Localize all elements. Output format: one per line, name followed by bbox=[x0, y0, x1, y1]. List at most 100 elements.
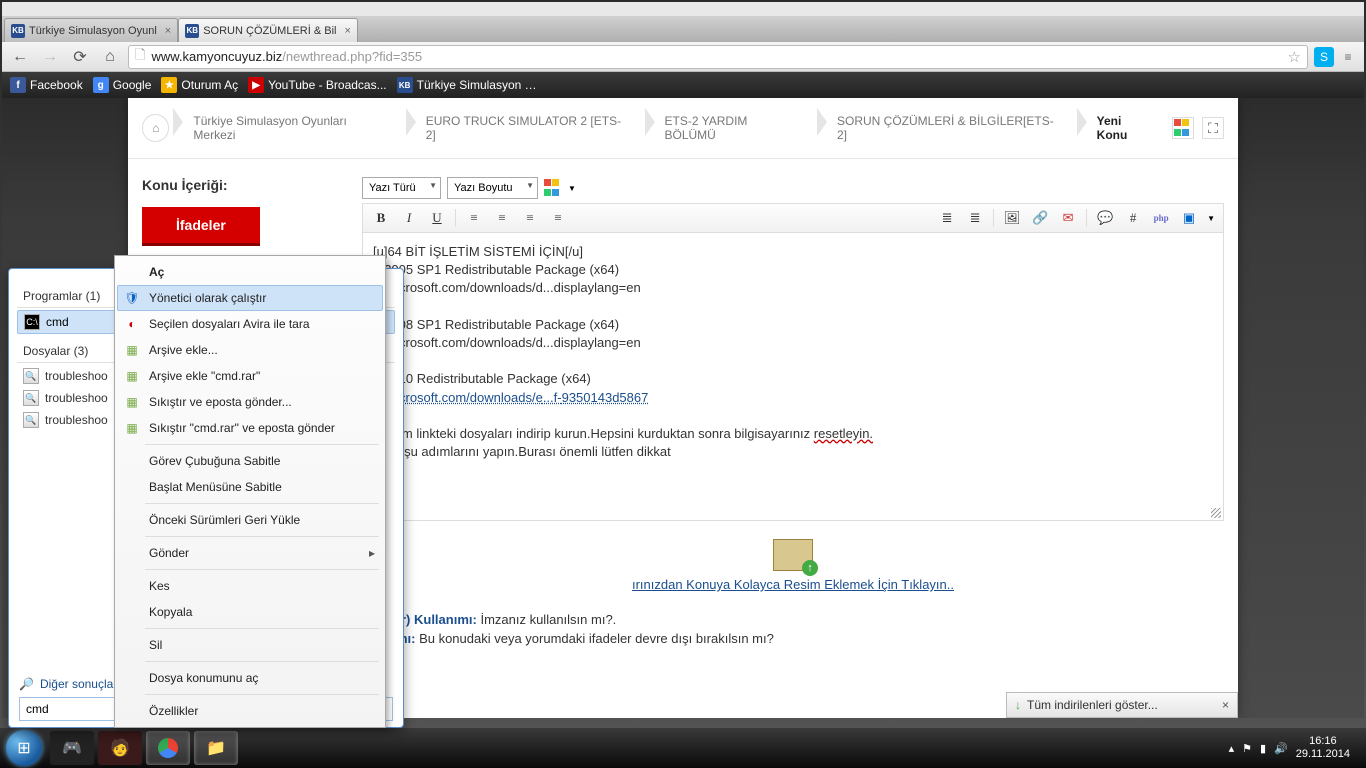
separator bbox=[1086, 209, 1087, 227]
align-justify-icon[interactable]: ≡ bbox=[548, 208, 568, 228]
tray-up-icon[interactable]: ▴ bbox=[1229, 742, 1235, 755]
dropdown-icon[interactable]: ▼ bbox=[568, 184, 576, 193]
ctx-archive-cmd[interactable]: ▦Arşive ekle "cmd.rar" bbox=[117, 363, 383, 389]
ol-list-icon[interactable]: ≣ bbox=[937, 208, 957, 228]
ctx-cut[interactable]: Kes bbox=[117, 573, 383, 599]
image-icon[interactable]: 🖼 bbox=[1002, 208, 1022, 228]
ctx-run-admin[interactable]: 🛡Yönetici olarak çalıştır bbox=[117, 285, 383, 311]
breadcrumb-seg[interactable]: SORUN ÇÖZÜMLERİ & BİLGİLER[ETS-2] bbox=[817, 108, 1073, 148]
editor-textarea[interactable]: [u]64 BİT İŞLETİM SİSTEMİ İÇİN[/u] + 200… bbox=[362, 233, 1224, 521]
home-icon[interactable]: ⌂ bbox=[142, 114, 169, 142]
home-button[interactable]: ⌂ bbox=[98, 45, 122, 69]
bookmark-kb[interactable]: KBTürkiye Simulasyon … bbox=[397, 77, 537, 93]
grid-view-icon[interactable] bbox=[1172, 117, 1194, 139]
resize-handle-icon[interactable] bbox=[1211, 508, 1221, 518]
fullscreen-icon[interactable]: ⛶ bbox=[1202, 117, 1224, 139]
see-more-results[interactable]: 🔎 Diğer sonuçları bbox=[19, 677, 121, 691]
forward-button[interactable]: → bbox=[38, 45, 62, 69]
ctx-pin-start[interactable]: Başlat Menüsüne Sabitle bbox=[117, 474, 383, 500]
align-left-icon[interactable]: ≡ bbox=[464, 208, 484, 228]
avira-icon: ◐ bbox=[123, 315, 141, 333]
breadcrumb-seg[interactable]: Türkiye Simulasyon Oyunları Merkezi bbox=[173, 108, 401, 148]
ctx-properties[interactable]: Özellikler bbox=[117, 698, 383, 724]
skype-icon[interactable]: S bbox=[1314, 47, 1334, 67]
url-field[interactable]: 🗋 www.kamyoncuyuz.biz/newthread.php?fid=… bbox=[128, 45, 1308, 69]
ctx-avira[interactable]: ◐Seçilen dosyaları Avira ile tara bbox=[117, 311, 383, 337]
editor-toolbar: B I U ≡ ≡ ≡ ≡ ≣ ≣ 🖼 🔗 bbox=[362, 203, 1224, 233]
attach-image-section: ırınızdan Konuya Kolayca Resim Eklemek İ… bbox=[362, 539, 1224, 594]
file-icon: 🔍 bbox=[23, 412, 39, 428]
ctx-pin-taskbar[interactable]: Görev Çubuğuna Sabitle bbox=[117, 448, 383, 474]
breadcrumb-seg[interactable]: EURO TRUCK SIMULATOR 2 [ETS-2] bbox=[406, 108, 641, 148]
ctx-prev-versions[interactable]: Önceki Sürümleri Geri Yükle bbox=[117, 507, 383, 533]
php-icon[interactable]: php bbox=[1151, 208, 1171, 228]
font-size-select[interactable]: Yazı Boyutu bbox=[447, 177, 538, 199]
clock[interactable]: 16:16 29.11.2014 bbox=[1296, 735, 1350, 761]
favicon: KB bbox=[11, 24, 25, 38]
close-icon[interactable]: × bbox=[165, 25, 171, 37]
ctx-delete[interactable]: Sil bbox=[117, 632, 383, 658]
editor-font-row: Yazı Türü Yazı Boyutu ▼ bbox=[362, 177, 1224, 199]
align-right-icon[interactable]: ≡ bbox=[520, 208, 540, 228]
link-icon[interactable]: 🔗 bbox=[1030, 208, 1050, 228]
dropdown-icon[interactable]: ▼ bbox=[1207, 214, 1215, 223]
ifadeler-button[interactable]: İfadeler bbox=[142, 207, 260, 243]
file-label: troubleshoo bbox=[45, 413, 108, 427]
bookmark-oturum[interactable]: ★Oturum Aç bbox=[161, 77, 238, 93]
taskbar-app[interactable]: 🧑 bbox=[98, 731, 142, 765]
italic-button[interactable]: I bbox=[399, 208, 419, 228]
clock-date: 29.11.2014 bbox=[1296, 748, 1350, 761]
ctx-zip-mail[interactable]: ▦Sıkıştır ve eposta gönder... bbox=[117, 389, 383, 415]
subject-label: Konu İçeriği: bbox=[142, 177, 342, 193]
bookmark-star-icon[interactable]: ☆ bbox=[1288, 48, 1301, 66]
align-center-icon[interactable]: ≡ bbox=[492, 208, 512, 228]
ctx-open-location[interactable]: Dosya konumunu aç bbox=[117, 665, 383, 691]
tab-2[interactable]: KB SORUN ÇÖZÜMLERİ & Bil × bbox=[178, 18, 358, 42]
breadcrumb: ⌂ Türkiye Simulasyon Oyunları Merkezi EU… bbox=[128, 98, 1238, 159]
close-icon[interactable]: × bbox=[1222, 698, 1229, 712]
breadcrumb-current: Yeni Konu bbox=[1077, 108, 1168, 148]
ctx-send-to[interactable]: Gönder bbox=[117, 540, 383, 566]
url-domain: www.kamyoncuyuz.biz bbox=[151, 49, 282, 64]
bookmark-label: Facebook bbox=[30, 78, 83, 92]
mail-icon[interactable]: ✉ bbox=[1058, 208, 1078, 228]
ctx-copy[interactable]: Kopyala bbox=[117, 599, 383, 625]
picture-icon[interactable] bbox=[773, 539, 813, 571]
attach-image-link[interactable]: ırınızdan Konuya Kolayca Resim Eklemek İ… bbox=[632, 577, 954, 592]
bookmark-youtube[interactable]: ▶YouTube - Broadcas... bbox=[248, 77, 387, 93]
file-label: troubleshoo bbox=[45, 391, 108, 405]
bookmark-label: Oturum Aç bbox=[181, 78, 238, 92]
network-icon[interactable]: ▮ bbox=[1260, 742, 1266, 755]
tab-1[interactable]: KB Türkiye Simulasyon Oyunl × bbox=[4, 18, 178, 42]
bookmark-facebook[interactable]: fFacebook bbox=[10, 77, 83, 93]
downloads-bar[interactable]: ↓ Tüm indirilenleri göster... × bbox=[1006, 692, 1238, 718]
editor-line: w.microsoft.com/downloads/d...displaylan… bbox=[373, 279, 1213, 297]
font-type-select[interactable]: Yazı Türü bbox=[362, 177, 441, 199]
bookmark-google[interactable]: gGoogle bbox=[93, 77, 152, 93]
close-icon[interactable]: × bbox=[344, 25, 350, 37]
quote-icon[interactable]: 💬 bbox=[1095, 208, 1115, 228]
bookmark-label: Google bbox=[113, 78, 152, 92]
underline-button[interactable]: U bbox=[427, 208, 447, 228]
code-icon[interactable]: # bbox=[1123, 208, 1143, 228]
ctx-zip-cmd-mail[interactable]: ▦Sıkıştır "cmd.rar" ve eposta gönder bbox=[117, 415, 383, 441]
menu-icon[interactable]: ≡ bbox=[1338, 47, 1358, 67]
ul-list-icon[interactable]: ≣ bbox=[965, 208, 985, 228]
back-button[interactable]: ← bbox=[8, 45, 32, 69]
taskbar-app[interactable]: 🎮 bbox=[50, 731, 94, 765]
start-button[interactable]: ⊞ bbox=[6, 730, 42, 766]
video-icon[interactable]: ▣ bbox=[1179, 208, 1199, 228]
reload-button[interactable]: ⟳ bbox=[68, 45, 92, 69]
ctx-archive[interactable]: ▦Arşive ekle... bbox=[117, 337, 383, 363]
url-path: /newthread.php?fid=355 bbox=[282, 49, 422, 64]
bold-button[interactable]: B bbox=[371, 208, 391, 228]
color-grid-icon[interactable] bbox=[544, 179, 562, 197]
file-icon: 🔍 bbox=[23, 368, 39, 384]
ctx-open[interactable]: Aç bbox=[117, 259, 383, 285]
taskbar-explorer[interactable]: 📁 bbox=[194, 731, 238, 765]
flag-icon[interactable]: ⚑ bbox=[1242, 742, 1252, 755]
separator bbox=[145, 569, 379, 570]
taskbar-chrome[interactable] bbox=[146, 731, 190, 765]
breadcrumb-seg[interactable]: ETS-2 YARDIM BÖLÜMÜ bbox=[645, 108, 814, 148]
volume-icon[interactable]: 🔊 bbox=[1274, 742, 1288, 755]
